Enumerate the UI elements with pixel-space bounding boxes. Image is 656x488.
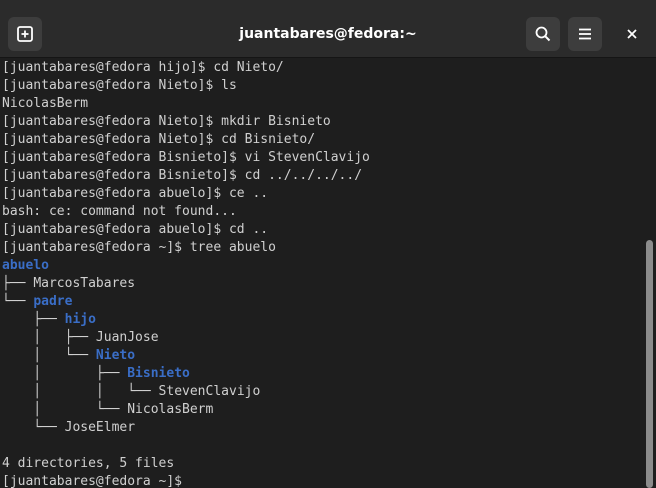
tree-line: │ ├── JuanJose <box>2 329 638 347</box>
terminal-window: juantabares@fedora:~ [juantabares@fedora… <box>0 0 656 488</box>
title-bar: juantabares@fedora:~ <box>0 0 656 58</box>
tree-branch: ├── <box>2 312 65 327</box>
close-button[interactable] <box>620 22 644 46</box>
tree-file-name: JoseElmer <box>64 420 136 435</box>
tree-line: │ └── NicolasBerm <box>2 401 638 419</box>
search-button[interactable] <box>526 17 560 51</box>
scrollbar[interactable] <box>646 240 653 488</box>
main-menu-button[interactable] <box>568 17 602 51</box>
terminal-line: [juantabares@fedora hijo]$ cd Nieto/ <box>2 60 284 75</box>
tree-directory-name: Nieto <box>95 348 136 363</box>
terminal-line: [juantabares@fedora ~]$ tree abuelo <box>2 240 276 255</box>
tree-line: └── padre <box>2 293 638 311</box>
terminal-line: [juantabares@fedora Nieto]$ ls <box>2 78 237 93</box>
tree-line: ├── MarcosTabares <box>2 275 638 293</box>
terminal-output[interactable]: [juantabares@fedora hijo]$ cd Nieto/ [jua… <box>2 59 638 488</box>
tree-file-name: JuanJose <box>95 330 159 345</box>
tree-directory-name: Bisnieto <box>127 366 190 381</box>
tree-line: │ ├── Bisnieto <box>2 365 638 383</box>
terminal-line: [juantabares@fedora ~]$ <box>2 474 190 488</box>
tree-branch: └── <box>2 420 65 435</box>
tree-line: │ │ └── StevenClavijo <box>2 383 638 401</box>
close-icon <box>627 29 637 39</box>
tree-branch: ├── <box>2 276 34 291</box>
search-icon <box>535 26 551 42</box>
tree-line: └── JoseElmer <box>2 419 638 437</box>
tree-branch: │ │ └── <box>2 384 159 399</box>
tree-file-name: StevenClavijo <box>158 384 261 399</box>
hamburger-menu-icon <box>579 28 591 40</box>
tree-line: abuelo <box>2 257 638 275</box>
terminal-line: [juantabares@fedora Nieto]$ cd Bisnieto/ <box>2 132 316 147</box>
tree-directory-name: abuelo <box>2 258 49 273</box>
terminal-line: 4 directories, 5 files <box>2 456 175 471</box>
tree-line: │ └── Nieto <box>2 347 638 365</box>
terminal-line: [juantabares@fedora abuelo]$ ce .. <box>2 186 269 201</box>
tree-file-name: MarcosTabares <box>33 276 136 291</box>
terminal-line: [juantabares@fedora Bisnieto]$ cd ../../… <box>2 168 363 183</box>
terminal-line: NicolasBerm <box>2 96 89 111</box>
terminal-line: [juantabares@fedora Nieto]$ mkdir Bisnie… <box>2 114 331 129</box>
terminal-line: bash: ce: command not found... <box>2 204 237 219</box>
tree-branch: │ ├── <box>2 366 128 381</box>
tree-line: ├── hijo <box>2 311 638 329</box>
terminal-line: [juantabares@fedora Bisnieto]$ vi Steven… <box>2 150 370 165</box>
terminal-line: [juantabares@fedora abuelo]$ cd .. <box>2 222 269 237</box>
tree-file-name: NicolasBerm <box>127 402 214 417</box>
tree-branch: └── <box>2 294 34 309</box>
tree-directory-name: padre <box>33 294 73 309</box>
tree-branch: │ ├── <box>2 330 96 345</box>
tree-branch: │ └── <box>2 348 96 363</box>
tree-branch: │ └── <box>2 402 128 417</box>
tree-directory-name: hijo <box>64 312 96 327</box>
